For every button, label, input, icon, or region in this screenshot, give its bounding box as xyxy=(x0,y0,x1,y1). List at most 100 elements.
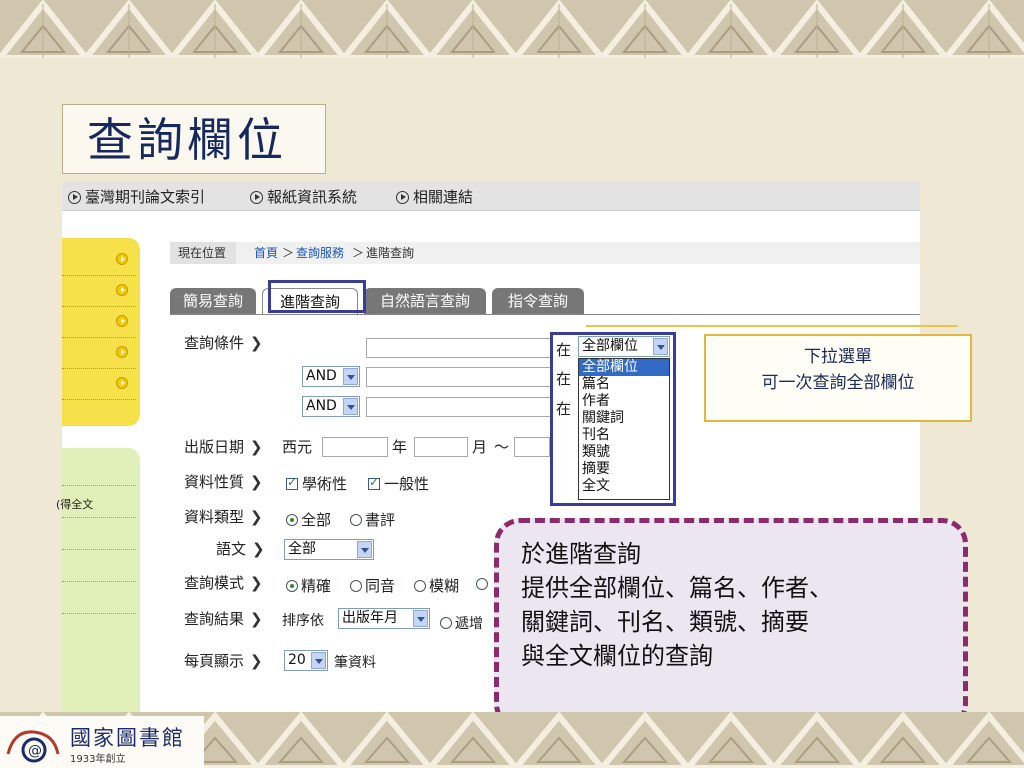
arrow-bullet-icon xyxy=(116,284,128,296)
nature-academic-checkbox[interactable]: 學術性 xyxy=(286,473,347,494)
radio-icon xyxy=(414,580,426,592)
arrow-bullet-icon xyxy=(116,377,128,389)
type-all-radio[interactable]: 全部 xyxy=(286,509,331,530)
sidebar-item[interactable] xyxy=(62,244,136,276)
breadcrumb-separator: ＞ xyxy=(282,246,295,260)
site-nav-bar: 臺灣期刊論文索引 報紙資訊系統 相關連結 xyxy=(62,182,920,211)
breadcrumb-search-service-link[interactable]: 查詢服務 xyxy=(296,242,344,264)
sidebar-item[interactable] xyxy=(62,337,136,369)
advanced-tab-highlight-box xyxy=(268,280,366,313)
query-condition-label: 查詢條件 ❯ xyxy=(184,334,263,352)
play-circle-icon xyxy=(396,191,409,204)
sort-prefix: 排序依 xyxy=(282,613,324,629)
chevron-right-icon: ❯ xyxy=(250,574,263,592)
sidebar-item-fulltext[interactable]: (得全文 xyxy=(56,496,93,512)
search-mode-label: 查詢模式 ❯ xyxy=(184,574,263,592)
sidebar-divider xyxy=(62,612,136,614)
pattern-top xyxy=(0,0,1024,58)
chevron-right-icon: ❯ xyxy=(250,652,263,670)
chevron-right-icon: ❯ xyxy=(250,508,263,526)
type-review-radio[interactable]: 書評 xyxy=(350,509,395,530)
nav-item-related-links[interactable]: 相關連結 xyxy=(396,186,473,207)
start-month-input[interactable] xyxy=(414,437,468,457)
month-label: 月 xyxy=(472,438,488,456)
chevron-right-icon: ❯ xyxy=(250,473,263,491)
play-circle-icon xyxy=(68,191,81,204)
chevron-right-icon: ❯ xyxy=(252,540,265,558)
language-select[interactable]: 全部 xyxy=(284,539,374,560)
chevron-down-icon xyxy=(343,368,358,385)
slide-title-box: 查詢欄位 xyxy=(62,104,326,174)
library-name: 國家圖書館 xyxy=(70,726,185,750)
svg-text:@: @ xyxy=(28,743,42,759)
chevron-right-icon: ❯ xyxy=(250,334,263,352)
per-page-suffix: 筆資料 xyxy=(334,655,376,671)
type-label: 資料類型 ❯ xyxy=(184,508,263,526)
mode-fuzzy-radio[interactable]: 模糊 xyxy=(414,575,459,596)
breadcrumb-separator: ＞ xyxy=(352,246,365,260)
radio-icon xyxy=(350,580,362,592)
library-emblem-icon: @ xyxy=(6,730,60,763)
library-founded-year: 1933年創立 xyxy=(70,754,126,765)
mode-homophone-radio[interactable]: 同音 xyxy=(350,575,395,596)
sidebar-item[interactable] xyxy=(62,368,136,400)
breadcrumb-home-link[interactable]: 首頁 xyxy=(254,242,278,264)
slide-title: 查詢欄位 xyxy=(87,113,287,167)
top-decorative-band xyxy=(0,0,1024,58)
tab-natural-language-search[interactable]: 自然語言查詢 xyxy=(364,288,486,315)
dropdown-highlight-box xyxy=(550,332,676,506)
chevron-down-icon xyxy=(343,398,358,415)
per-page-label: 每頁顯示 ❯ xyxy=(184,652,263,670)
bool-operator-select-1[interactable]: AND xyxy=(302,366,360,387)
checkbox-checked-icon xyxy=(368,475,380,490)
language-label: 語文 ❯ xyxy=(216,540,265,558)
chevron-down-icon xyxy=(311,652,326,669)
tab-simple-search[interactable]: 簡易查詢 xyxy=(170,288,256,315)
sidebar-item[interactable] xyxy=(62,306,136,338)
radio-selected-icon xyxy=(286,514,298,526)
keyword-input-1[interactable] xyxy=(366,338,552,358)
sidebar-divider xyxy=(62,484,136,486)
keyword-input-3[interactable] xyxy=(366,397,552,417)
keyword-input-2[interactable] xyxy=(366,367,552,387)
result-label: 查詢結果 ❯ xyxy=(184,610,263,628)
per-page-select[interactable]: 20 xyxy=(284,650,328,671)
end-year-input[interactable] xyxy=(514,437,550,457)
chevron-down-icon xyxy=(413,610,428,627)
mode-exact-radio[interactable]: 精確 xyxy=(286,575,331,596)
arrow-bullet-icon xyxy=(116,253,128,265)
bool-operator-select-2[interactable]: AND xyxy=(302,396,360,417)
callout-dropdown-note: 下拉選單 可一次查詢全部欄位 xyxy=(704,334,972,422)
radio-icon xyxy=(476,578,488,590)
year-label: 年 xyxy=(392,438,408,456)
sidebar-menu-yellow xyxy=(62,238,140,426)
library-logo: @ 國家圖書館 1933年創立 xyxy=(0,716,204,768)
sidebar-divider xyxy=(62,548,136,550)
range-separator: ～ xyxy=(494,438,510,456)
nav-item-newspaper-system[interactable]: 報紙資訊系統 xyxy=(250,186,357,207)
play-circle-icon xyxy=(250,191,263,204)
checkbox-checked-icon xyxy=(286,475,298,490)
arrow-bullet-icon xyxy=(116,346,128,358)
era-label: 西元 xyxy=(282,438,313,456)
callout-advanced-search-note: 於進階查詢 提供全部欄位、篇名、作者、 關鍵詞、刊名、類號、摘要 與全文欄位的查… xyxy=(494,518,968,730)
sidebar-item[interactable] xyxy=(62,275,136,307)
pub-date-label: 出版日期 ❯ xyxy=(184,438,263,456)
chevron-right-icon: ❯ xyxy=(250,438,263,456)
orange-divider xyxy=(586,325,958,327)
start-year-input[interactable] xyxy=(322,437,388,457)
tab-command-search[interactable]: 指令查詢 xyxy=(492,288,584,315)
nature-general-checkbox[interactable]: 一般性 xyxy=(368,473,429,494)
sidebar-divider xyxy=(62,516,136,518)
sidebar-divider xyxy=(62,580,136,582)
breadcrumb: 現在位置 首頁 ＞ 查詢服務 ＞ 進階查詢 xyxy=(170,242,920,264)
radio-icon xyxy=(440,617,452,629)
order-ascending-radio[interactable]: 遞增 xyxy=(440,613,483,633)
nature-label: 資料性質 ❯ xyxy=(184,473,263,491)
sidebar-menu-green: (得全文 xyxy=(56,448,140,714)
nav-item-journal-index[interactable]: 臺灣期刊論文索引 xyxy=(68,186,205,207)
chevron-down-icon xyxy=(357,541,372,558)
chevron-right-icon: ❯ xyxy=(250,610,263,628)
sort-select[interactable]: 出版年月 xyxy=(338,608,430,629)
mode-other-radio[interactable] xyxy=(476,575,491,593)
